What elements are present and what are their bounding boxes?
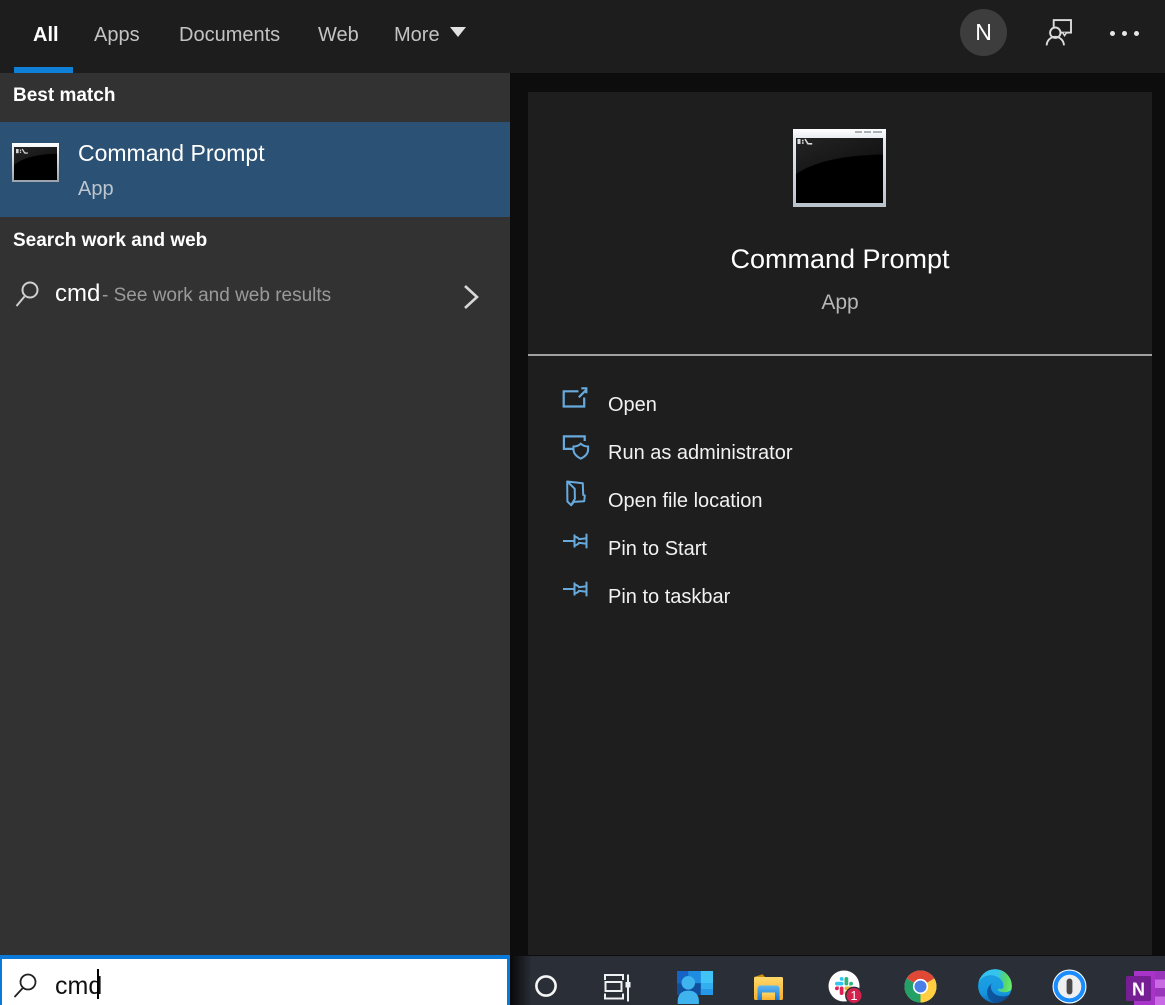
svg-text:N: N (1132, 980, 1145, 1000)
svg-text:1: 1 (851, 989, 858, 1003)
